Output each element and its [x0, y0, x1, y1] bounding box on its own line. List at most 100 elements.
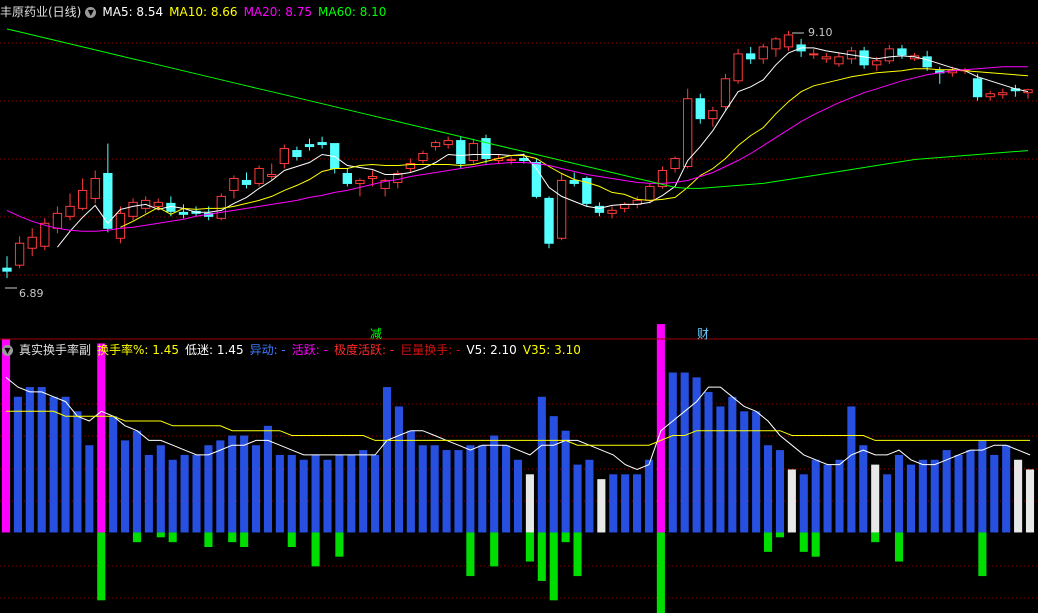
candle-body-up [128, 201, 138, 217]
turnover-bar [906, 464, 915, 533]
candle [178, 204, 189, 219]
turnover-bar-active [97, 343, 106, 533]
turnover-diff-bar [132, 532, 142, 543]
sluggish-field: 低迷: 1.45 [185, 343, 244, 357]
candle-body-up [834, 56, 844, 65]
chevron-down-icon[interactable]: ▼ [2, 345, 13, 356]
turnover-diff-bar [311, 532, 320, 567]
candle-body-up [468, 143, 479, 162]
candle-body-up [783, 34, 794, 48]
candle [821, 52, 831, 63]
candle-body-up [884, 48, 895, 62]
turnover-bar [156, 445, 165, 533]
candle [531, 158, 542, 199]
candle-body-up [430, 142, 441, 148]
turnover-bar-low [871, 464, 880, 533]
very-active-field: 极度活跃: - [333, 343, 395, 357]
candle-body-up [670, 158, 680, 169]
turnover-bar [323, 459, 332, 533]
turnover-bar [918, 459, 927, 533]
turnover-bar [13, 396, 22, 533]
candle-body-up [758, 46, 768, 60]
turnover-diff-bar [811, 532, 820, 557]
turnover-bar [1002, 445, 1011, 533]
turnover-bar [990, 454, 999, 533]
candle-body-down [531, 162, 542, 197]
v5-field: V5: 2.10 [466, 343, 517, 357]
candle-body-up [720, 78, 731, 108]
turnover-bar [633, 474, 642, 533]
turnover-bar [454, 450, 463, 533]
candle-body-down [292, 150, 302, 158]
turnover-bar [894, 454, 904, 533]
candle-body-up [90, 177, 100, 199]
candle [998, 88, 1008, 99]
turnover-diff-bar [287, 532, 296, 547]
event-marker-financial-report[interactable]: 财 [697, 325, 709, 342]
candle [14, 236, 25, 269]
turnover-bar [49, 396, 58, 533]
turnover-bar [728, 396, 737, 533]
candle [619, 202, 630, 213]
candle-body-down [342, 172, 352, 184]
turnover-bar [561, 430, 570, 533]
candle-body-up [27, 236, 37, 249]
turnover-bar [775, 450, 785, 533]
turnover-bar [978, 440, 987, 533]
turnover-diff-bar [871, 532, 880, 543]
turnover-bar-low [525, 474, 534, 533]
turnover-bar [502, 445, 511, 533]
candle [1023, 88, 1033, 99]
candle-body-up [821, 56, 831, 60]
turnover-diff-bar [525, 532, 534, 562]
turnover-bar [513, 459, 523, 533]
candle-body-up [443, 140, 453, 146]
turnover-bar [478, 445, 487, 533]
candle [90, 170, 100, 204]
candle [506, 156, 516, 165]
candle-body-up [355, 179, 365, 184]
chevron-down-icon[interactable]: ▼ [85, 7, 97, 18]
candle-body-up [418, 153, 428, 162]
turnover-bar [109, 416, 118, 533]
turnover-diff-bar [978, 532, 987, 577]
turnover-bar [311, 454, 320, 533]
candle-body-up [771, 38, 781, 50]
candle-body-down [304, 144, 315, 148]
candle [1010, 84, 1021, 97]
candle-body-up [556, 179, 567, 239]
turnover-diff-bar [775, 532, 785, 538]
turnover-bar [823, 464, 832, 533]
candle [556, 173, 567, 241]
huge-turnover-field: 巨量换手: - [400, 343, 461, 357]
candle-body-down [544, 197, 554, 244]
candle [418, 150, 428, 164]
candle [342, 168, 352, 187]
candle [544, 196, 554, 249]
candle [317, 136, 327, 149]
turnover-bar [883, 474, 892, 533]
turnover-bar [835, 459, 844, 533]
turnover-diff-bar [335, 532, 344, 557]
turnover-bar [692, 377, 701, 533]
turnover-bar-low [1014, 459, 1023, 533]
candle-body-down [569, 179, 579, 184]
main-panel-title: 丰原药业(日线) [0, 5, 82, 19]
candle [443, 136, 453, 149]
high-price-label: 9.10 [808, 26, 833, 39]
candle-body-up [985, 93, 995, 98]
candle-body-up [809, 53, 819, 56]
ma10-indicator: MA10: 8.66 [169, 5, 238, 19]
candle-body-up [645, 185, 655, 201]
candle-body-up [267, 173, 277, 177]
candle-body-down [519, 158, 529, 162]
candle [720, 73, 731, 111]
turnover-bar [966, 450, 975, 533]
turnover-diff-bar [561, 532, 570, 543]
event-marker-reduction[interactable]: 减 [370, 325, 382, 342]
candle [456, 136, 466, 169]
turnover-bar [25, 387, 34, 533]
candle-body-down [746, 53, 756, 60]
turnover-bar [490, 435, 499, 533]
turnover-bar [847, 406, 856, 533]
